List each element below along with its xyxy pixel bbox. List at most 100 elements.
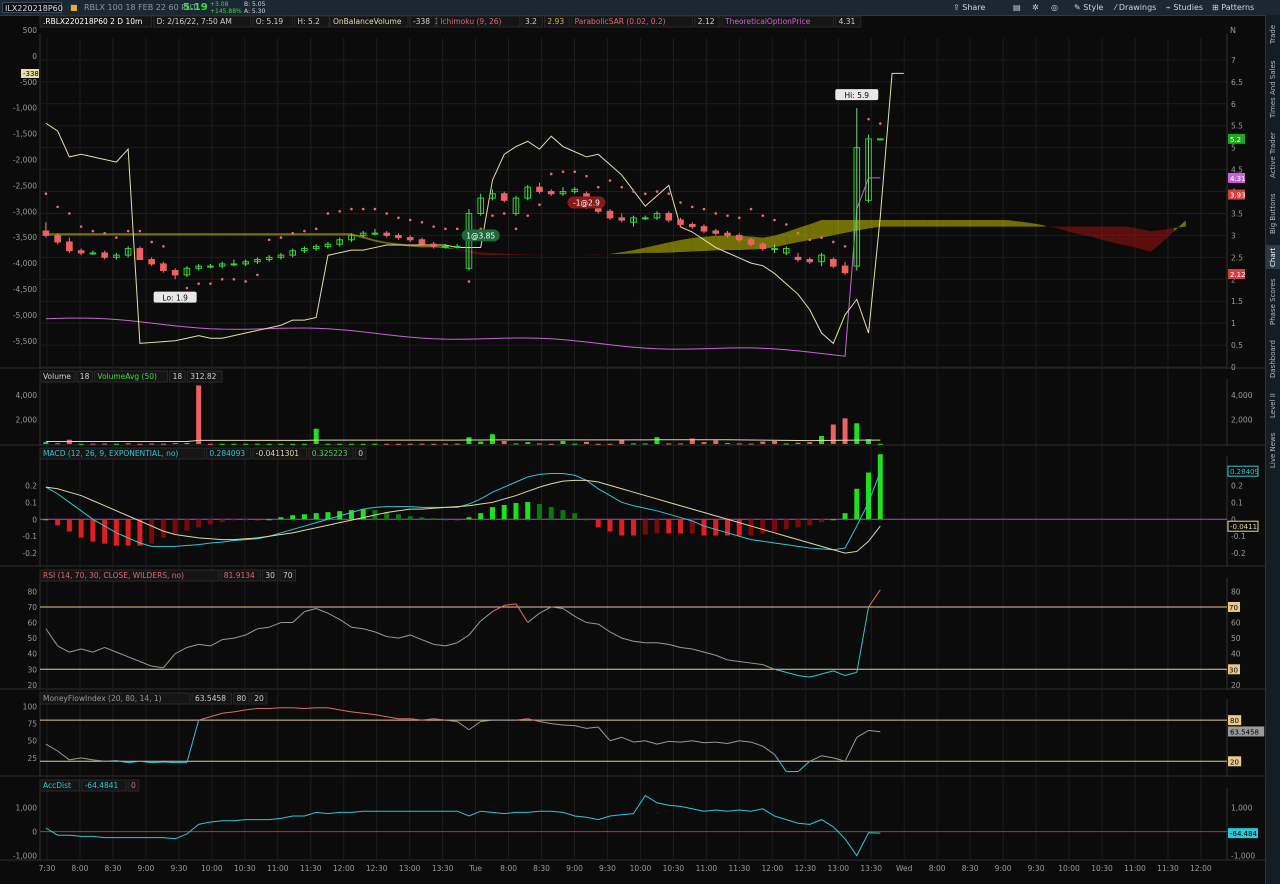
price-right-label: 4.31 xyxy=(1230,175,1246,183)
chart-area[interactable]: 7:30 8:00 8:30 9:00 9:30 10:00 10:30 11:00 11:30… xyxy=(0,15,1265,884)
ichimoku-cloud-segment xyxy=(1068,226,1081,235)
macd-histogram-bar xyxy=(631,519,636,536)
price-scale-marker: N xyxy=(1230,26,1236,35)
sar-dot xyxy=(749,207,753,211)
sar-dot xyxy=(303,229,306,233)
header-text: 0.284093 xyxy=(209,449,245,458)
x-tick-label: 9:00 xyxy=(995,864,1012,873)
symbol-input[interactable]: ILX220218P60 xyxy=(2,2,63,13)
x-tick-label: 11:00 xyxy=(1124,864,1146,873)
macd-histogram-bar xyxy=(795,519,801,528)
volume-bar xyxy=(184,443,190,445)
right-tab-phase-scores[interactable]: Phase Scores xyxy=(1266,275,1280,329)
macd-histogram-bar xyxy=(772,519,778,532)
volume-bar xyxy=(631,443,636,445)
ichimoku-cloud-segment xyxy=(139,233,152,236)
macd-histogram-bar xyxy=(313,513,319,520)
volume-bar xyxy=(431,443,437,445)
patterns-button[interactable]: ⊞ Patterns xyxy=(1212,0,1254,15)
rsi-line-segment xyxy=(433,643,446,647)
magnet-icon[interactable]: ◎ xyxy=(1051,0,1058,15)
volume-bar xyxy=(478,441,484,444)
sar-dot xyxy=(502,212,506,215)
style-button[interactable]: ✎ Style xyxy=(1074,0,1103,15)
macd-histogram-bar xyxy=(172,519,178,534)
x-tick-label: 11:00 xyxy=(696,864,718,873)
right-tab-trade[interactable]: Trade xyxy=(1266,17,1280,51)
mfi-line-segment xyxy=(597,726,611,742)
candle-body xyxy=(207,265,214,268)
studies-button[interactable]: ⌁ Studies xyxy=(1166,0,1203,15)
ichimoku-cloud-segment xyxy=(222,233,234,236)
drawings-button[interactable]: ⁄ Drawings xyxy=(1115,0,1156,15)
header-text: 18 xyxy=(173,372,183,381)
macd-histogram-bar xyxy=(713,519,719,536)
gear-icon[interactable]: ✲ xyxy=(1032,0,1039,15)
volume-bar xyxy=(595,443,601,445)
mfi-line-segment xyxy=(856,729,869,738)
rsi-line-segment xyxy=(69,648,82,653)
volume-bar xyxy=(572,443,578,445)
sar-dot xyxy=(150,240,153,244)
mfi-line-segment xyxy=(586,726,599,729)
mfi-line-segment xyxy=(45,743,58,752)
ichimoku-cloud-segment xyxy=(586,254,599,256)
macd-left-tick: 0.2 xyxy=(25,481,37,490)
right-tab-chart[interactable]: Chart xyxy=(1266,245,1280,269)
right-tab-big-buttons[interactable]: Big Buttons xyxy=(1266,189,1280,239)
volume-right-tick: 4,000 xyxy=(1231,391,1253,400)
candle-body xyxy=(430,243,438,247)
accdist-left-tick: -1,000 xyxy=(13,852,37,861)
candle-body xyxy=(395,234,402,239)
x-tick-label: 8:00 xyxy=(929,864,946,873)
header-text: RSI (14, 70, 30, CLOSE, WILDERS, no) xyxy=(43,571,184,580)
obv-y-tick: -1,500 xyxy=(13,130,37,139)
mfi-line-segment xyxy=(551,723,564,726)
rsi-right-tick: 50 xyxy=(1231,634,1241,643)
macd-histogram-bar xyxy=(513,503,519,520)
sar-dot xyxy=(667,192,671,196)
ichimoku-cloud-segment xyxy=(974,220,987,227)
ichimoku-cloud-segment xyxy=(515,254,528,256)
x-tick-label: 11:30 xyxy=(729,864,751,873)
mfi-line-segment xyxy=(668,740,681,743)
accdist-right-tick: -1,000 xyxy=(1231,852,1255,861)
theoretical-option-price-line xyxy=(45,177,881,357)
obv-y-tick: -2,000 xyxy=(13,156,37,165)
volume-bar xyxy=(313,428,319,444)
x-tick-label: 10:30 xyxy=(663,864,685,873)
header-text: -0.0411301 xyxy=(256,449,299,458)
mfi-line-segment xyxy=(468,721,482,731)
rsi-left-tick: 40 xyxy=(27,650,37,659)
right-tab-dashboard[interactable]: Dashboard xyxy=(1266,335,1280,383)
volume-bar xyxy=(149,443,155,445)
macd-histogram-bar xyxy=(78,519,84,538)
volume-bar xyxy=(666,443,672,445)
price-y-tick: 1.5 xyxy=(1231,297,1243,306)
macd-histogram-bar xyxy=(266,519,272,521)
macd-histogram-bar xyxy=(654,519,660,534)
share-button[interactable]: ⇪ Share xyxy=(953,0,985,15)
right-tab-live-news[interactable]: Live News xyxy=(1266,429,1280,471)
mfi-line-segment xyxy=(868,729,881,733)
volume-bar xyxy=(795,442,801,444)
volume-bar xyxy=(243,443,249,445)
sar-dot xyxy=(408,218,412,222)
volume-left-tick: 4,000 xyxy=(16,391,38,400)
right-tab-times-and-sales[interactable]: Times And Sales xyxy=(1266,57,1280,121)
right-tab-active-trader[interactable]: Active Trader xyxy=(1266,127,1280,183)
header-text: .RBLX220218P60 2 D 10m xyxy=(43,17,142,26)
volume-bar xyxy=(348,443,354,445)
volume-bar xyxy=(748,443,754,445)
volume-bar xyxy=(760,441,766,444)
macd-histogram-bar xyxy=(866,472,872,520)
volume-bar xyxy=(160,443,166,445)
lock-icon[interactable]: ■ xyxy=(70,0,78,15)
macd-histogram-bar xyxy=(501,505,507,520)
macd-histogram-bar xyxy=(196,519,202,528)
right-tab-level-ii[interactable]: Level II xyxy=(1266,389,1280,423)
style-icon: ✎ xyxy=(1074,3,1084,12)
sar-dot xyxy=(784,223,788,226)
print-icon[interactable]: ▤ xyxy=(1013,0,1021,15)
candle-body xyxy=(735,234,743,241)
